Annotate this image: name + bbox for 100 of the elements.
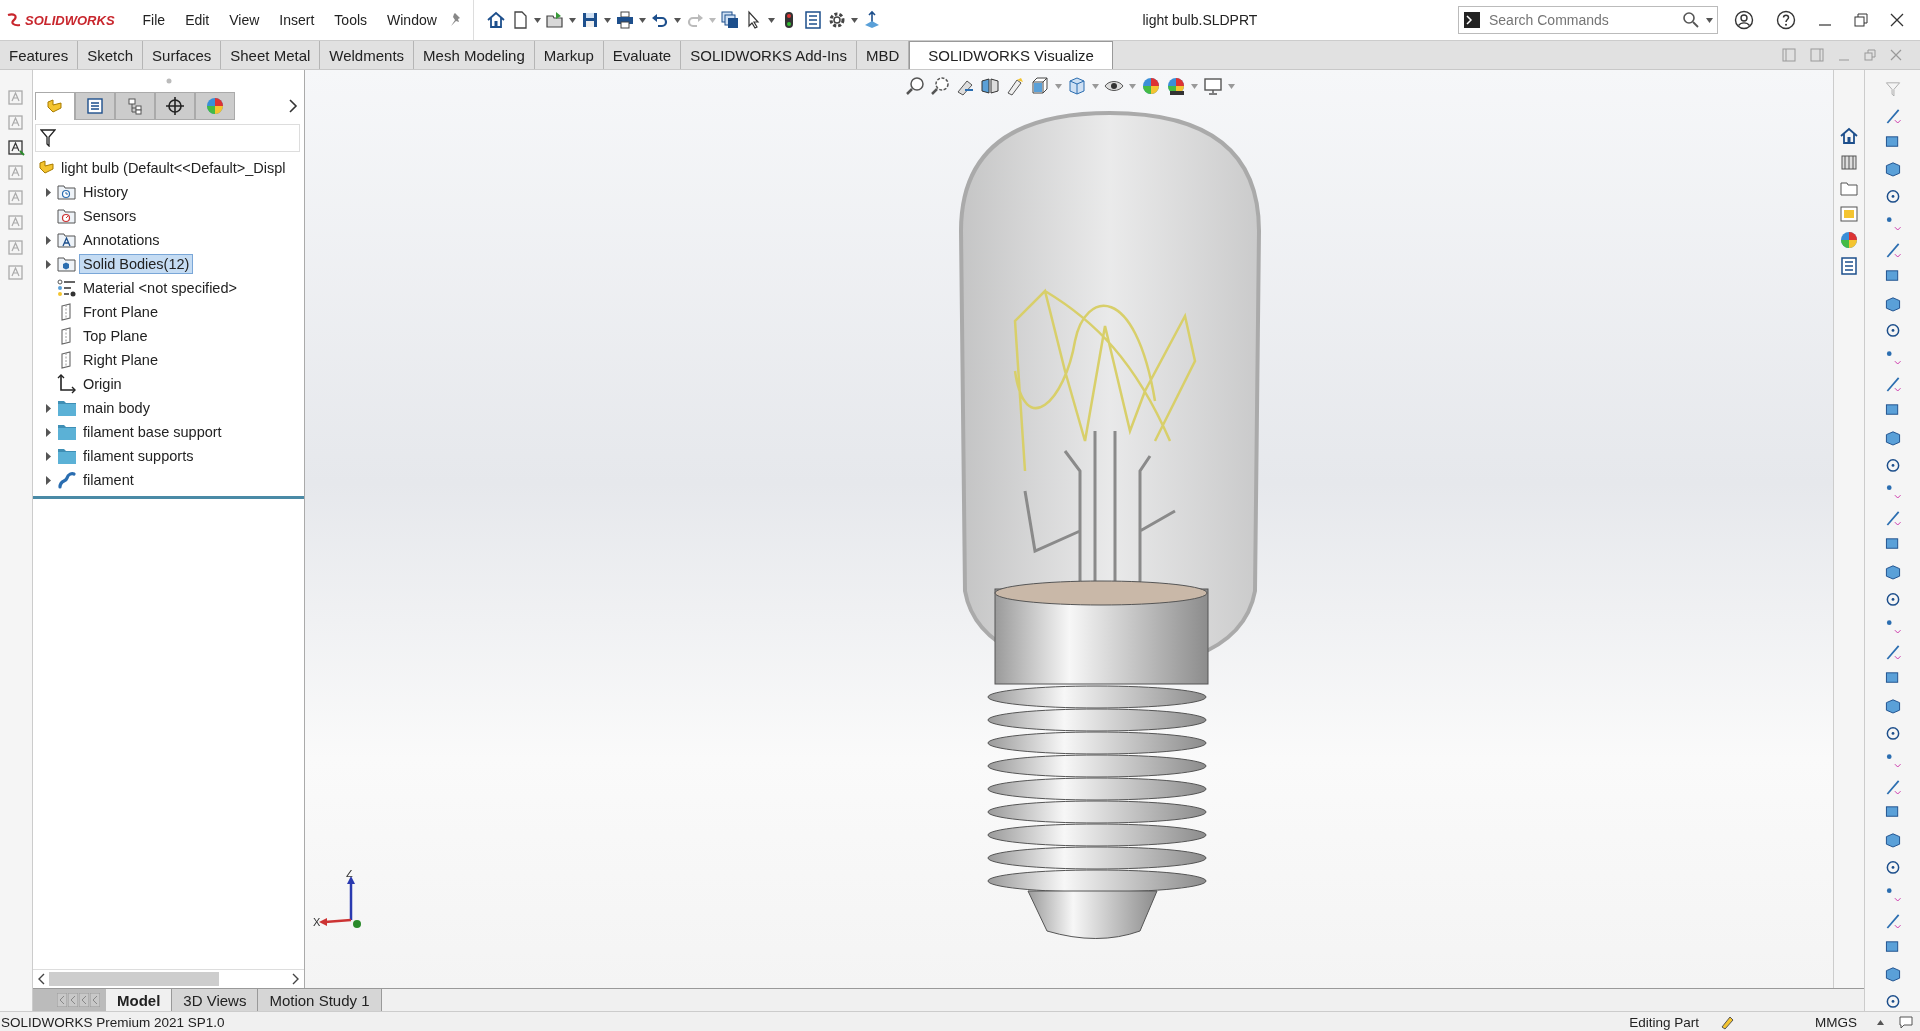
tree-item[interactable]: main body bbox=[79, 398, 154, 418]
tree-root-label[interactable]: light bulb (Default<<Default>_Displ bbox=[61, 160, 286, 176]
tree-item[interactable]: filament base support bbox=[79, 422, 226, 442]
search-icon[interactable] bbox=[1682, 11, 1700, 29]
scroll-right-icon[interactable] bbox=[292, 973, 300, 985]
filter-icon bbox=[40, 129, 56, 147]
list-icon[interactable] bbox=[802, 10, 823, 30]
appearance-sphere-icon[interactable] bbox=[1839, 230, 1859, 250]
tree-item[interactable]: History bbox=[79, 182, 133, 202]
expand-arrow-icon[interactable] bbox=[44, 187, 52, 197]
home-icon[interactable] bbox=[1839, 126, 1859, 146]
caret-icon[interactable] bbox=[850, 17, 858, 23]
tree-item[interactable]: Solid Bodies(12) bbox=[79, 254, 194, 274]
menu-item[interactable]: Tools bbox=[324, 12, 378, 28]
curve-icon bbox=[57, 470, 77, 490]
zoom-area-icon[interactable] bbox=[930, 76, 950, 96]
property-list-icon[interactable] bbox=[1839, 256, 1859, 276]
folder-icon[interactable] bbox=[544, 10, 565, 30]
tree-item[interactable]: Annotations bbox=[79, 230, 164, 250]
property-list-icon bbox=[85, 96, 105, 116]
expand-arrow-icon[interactable] bbox=[44, 235, 52, 245]
appearance-sphere-icon bbox=[205, 96, 225, 116]
tree-item[interactable]: Right Plane bbox=[79, 350, 162, 370]
restore-icon[interactable] bbox=[1854, 13, 1868, 27]
tree-item[interactable]: Material <not specified> bbox=[79, 278, 241, 298]
axis-label: Z bbox=[346, 870, 353, 879]
document-title: light bulb.SLDPRT bbox=[1141, 12, 1259, 28]
caret-icon[interactable] bbox=[603, 17, 611, 23]
tree-item[interactable]: Top Plane bbox=[79, 326, 152, 346]
axis-label: X bbox=[313, 916, 321, 928]
view-tab[interactable]: 3D Views bbox=[172, 989, 259, 1011]
material-icon bbox=[57, 278, 77, 298]
annotation-view-icon[interactable] bbox=[1005, 76, 1025, 96]
expand-arrow-icon[interactable] bbox=[44, 451, 52, 461]
search-bar[interactable]: Search Commands bbox=[1458, 6, 1718, 34]
panel-tab[interactable] bbox=[155, 92, 195, 120]
tree-item[interactable]: Sensors bbox=[79, 206, 141, 226]
grip-icon[interactable] bbox=[165, 78, 172, 84]
expand-arrow-icon[interactable] bbox=[44, 259, 52, 269]
user-icon[interactable] bbox=[1734, 10, 1754, 30]
zoom-to-fit-icon[interactable] bbox=[905, 76, 925, 96]
expand-arrow-icon[interactable] bbox=[44, 475, 52, 485]
menu-item[interactable]: View bbox=[219, 12, 270, 28]
monitor-icon[interactable] bbox=[1203, 76, 1223, 96]
edit-icon[interactable] bbox=[1719, 1014, 1735, 1030]
configuration-icon bbox=[125, 96, 145, 116]
history-folder-icon bbox=[57, 182, 77, 202]
caret-icon[interactable] bbox=[767, 17, 775, 23]
caret-icon[interactable] bbox=[568, 17, 576, 23]
tree-item[interactable]: Origin bbox=[79, 374, 126, 394]
origin-icon bbox=[57, 374, 77, 394]
section-view-icon[interactable] bbox=[980, 76, 1000, 96]
body-folder-icon bbox=[57, 254, 77, 274]
menu-item[interactable]: File bbox=[132, 12, 176, 28]
expand-arrow-icon[interactable] bbox=[44, 403, 52, 413]
parts-library-icon[interactable] bbox=[1839, 152, 1859, 172]
folder-icon bbox=[57, 398, 77, 418]
logo-icon bbox=[6, 12, 22, 28]
filter-field[interactable] bbox=[35, 124, 300, 152]
menu-item[interactable]: Window bbox=[377, 12, 447, 28]
panel-tab[interactable] bbox=[75, 92, 115, 120]
graphics-area[interactable]: Z X bbox=[305, 70, 1833, 988]
menu-item[interactable]: Edit bbox=[175, 12, 220, 28]
menu-item[interactable]: Insert bbox=[269, 12, 325, 28]
annotation-tool-icon[interactable] bbox=[7, 138, 25, 156]
appearance-sphere-icon[interactable] bbox=[1141, 76, 1161, 96]
close-icon[interactable] bbox=[1890, 13, 1904, 27]
command-tab[interactable]: SOLIDWORKS Visualize bbox=[909, 41, 1113, 69]
printer-icon[interactable] bbox=[614, 10, 635, 30]
tree-item[interactable]: filament supports bbox=[79, 446, 198, 466]
annotation-folder-icon bbox=[57, 230, 77, 250]
tree-item[interactable]: filament bbox=[79, 470, 138, 490]
terminal-icon bbox=[1463, 11, 1481, 29]
caret-icon[interactable] bbox=[533, 17, 541, 23]
units-label[interactable]: MMGS bbox=[1735, 1014, 1877, 1030]
chevron-right-icon[interactable] bbox=[288, 99, 298, 113]
stacked-windows-icon[interactable] bbox=[719, 10, 740, 30]
display-style-icon[interactable] bbox=[1067, 76, 1087, 96]
folder-icon bbox=[57, 446, 77, 466]
caret-icon[interactable] bbox=[638, 17, 646, 23]
scroll-left-icon[interactable] bbox=[37, 973, 45, 985]
help-icon[interactable] bbox=[1776, 10, 1796, 30]
brand-name: SOLIDWORKS bbox=[25, 12, 115, 28]
status-text: Editing Part bbox=[1629, 1014, 1700, 1030]
caret-icon[interactable] bbox=[1706, 17, 1713, 23]
scrollbar-thumb[interactable] bbox=[49, 972, 219, 986]
sensor-folder-icon bbox=[57, 206, 77, 226]
caret-up-icon[interactable] bbox=[1877, 1019, 1884, 1025]
view-tab[interactable]: Motion Study 1 bbox=[258, 989, 382, 1011]
scene-sphere-icon[interactable] bbox=[1166, 76, 1186, 96]
axis-triad-icon bbox=[319, 876, 361, 928]
caret-icon[interactable] bbox=[673, 17, 681, 23]
home-icon[interactable] bbox=[485, 10, 506, 30]
folder-icon bbox=[57, 422, 77, 442]
view-orientation-icon[interactable] bbox=[1030, 76, 1050, 96]
tree-item[interactable]: Front Plane bbox=[79, 302, 162, 322]
status-text: SOLIDWORKS Premium 2021 SP1.0 bbox=[0, 1014, 226, 1030]
expand-arrow-icon[interactable] bbox=[44, 427, 52, 437]
crosshair-icon bbox=[165, 96, 185, 116]
comment-icon[interactable] bbox=[1898, 1014, 1914, 1030]
